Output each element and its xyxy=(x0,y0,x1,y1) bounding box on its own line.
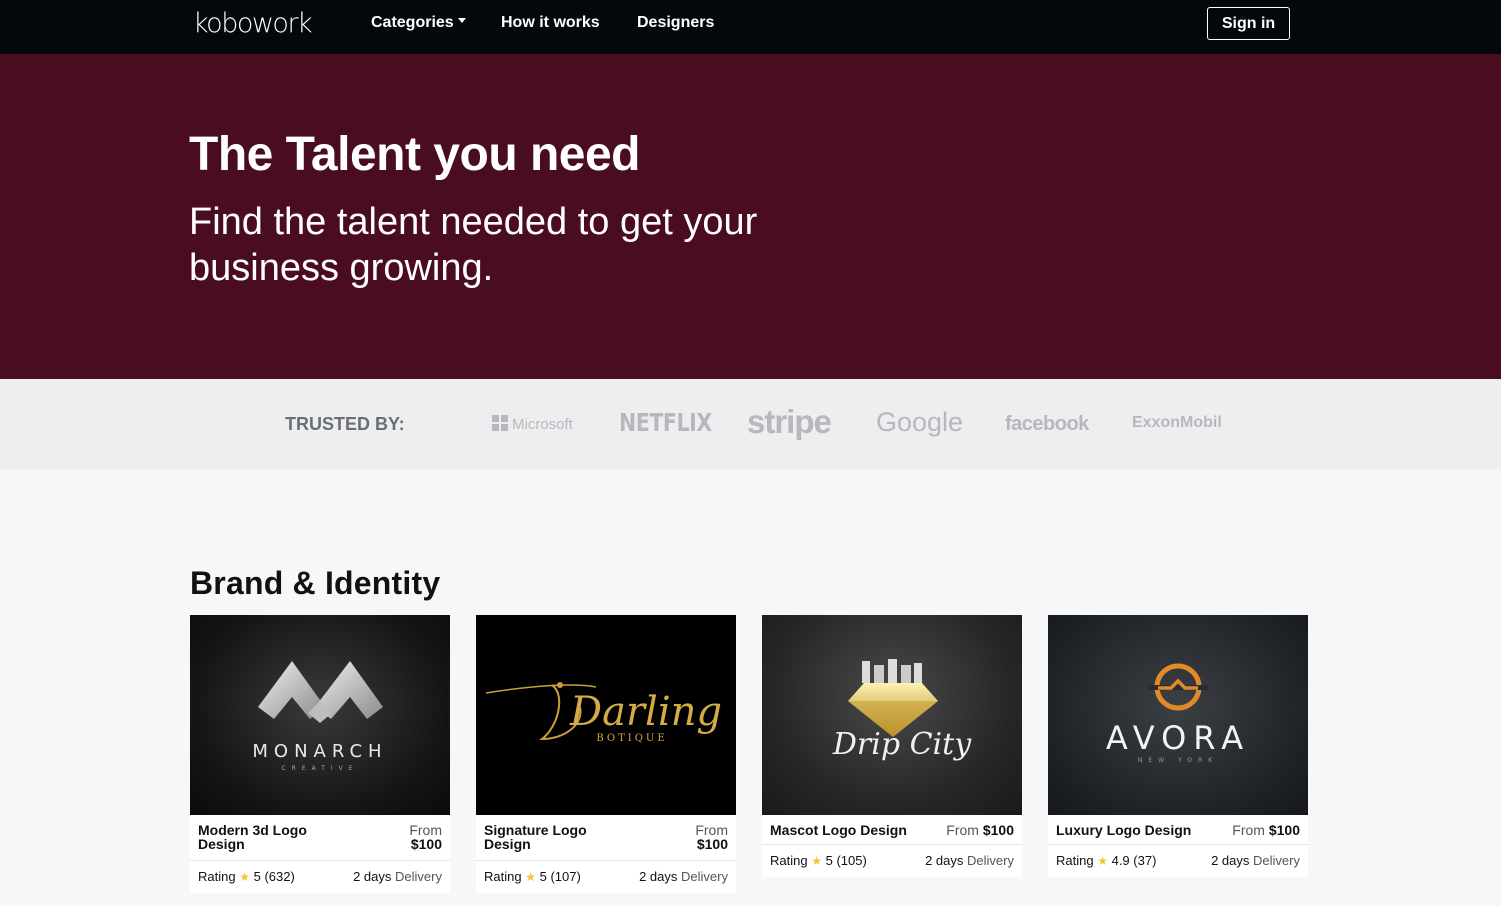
gig-card-delivery: 2 days Delivery xyxy=(353,869,442,884)
gig-card-rating: 4.9 xyxy=(1111,853,1130,868)
sign-in-button[interactable]: Sign in xyxy=(1207,7,1290,40)
kobowork-logo[interactable]: kobowork xyxy=(193,8,313,40)
netflix-logo: NETFLIX xyxy=(619,408,712,437)
hero-title: The Talent you need xyxy=(189,128,641,181)
trusted-by-strip: TRUSTED BY: Microsoft NETFLIX stripe Goo… xyxy=(0,379,1501,469)
facebook-logo: facebook xyxy=(1005,413,1089,435)
gig-card-price: From $100 xyxy=(946,822,1014,838)
gig-card-header: Luxury Logo Design From $100 xyxy=(1048,815,1308,845)
gig-card-rating: 5 xyxy=(825,853,833,868)
nav-designers[interactable]: Designers xyxy=(637,13,714,33)
gig-card-footer: Rating ★ 5 (632) 2 days Delivery xyxy=(190,861,450,893)
star-icon: ★ xyxy=(239,870,250,884)
gig-card-title: Modern 3d Logo Design xyxy=(198,822,307,852)
monarch-emblem-icon xyxy=(258,661,383,723)
gig-card-image: MONARCH CREATIVE xyxy=(190,615,450,815)
gig-card-image-subtext: BOTIQUE xyxy=(596,733,668,744)
gig-card-header: Mascot Logo Design From $100 xyxy=(762,815,1022,845)
microsoft-logo: Microsoft xyxy=(492,415,573,433)
gig-card-header: Modern 3d Logo Design From $100 xyxy=(190,815,450,861)
gig-card[interactable]: AVORA NEW YORK Luxury Logo Design From $… xyxy=(1048,615,1308,877)
gig-card-image: Darling BOTIQUE xyxy=(476,615,736,815)
hero-subtitle: Find the talent needed to get your busin… xyxy=(189,201,758,289)
diamond-icon xyxy=(848,659,938,737)
gig-card-price: From $100 xyxy=(1232,822,1300,838)
gig-card-reviews: (105) xyxy=(836,853,867,868)
stripe-logo: stripe xyxy=(747,403,832,440)
gig-card-price: From $100 xyxy=(695,822,728,852)
gig-card-reviews: (37) xyxy=(1133,853,1157,868)
gig-card-delivery: 2 days Delivery xyxy=(639,869,728,884)
gig-card-image-text: AVORA xyxy=(1105,719,1251,757)
gig-card[interactable]: Drip City Mascot Logo Design From $100 R… xyxy=(762,615,1022,877)
gig-card-reviews: (107) xyxy=(550,869,581,884)
microsoft-grid-icon xyxy=(492,415,508,431)
gig-card-image-subtext: NEW YORK xyxy=(1137,757,1219,764)
star-icon: ★ xyxy=(811,854,822,868)
caret-down-icon xyxy=(457,18,466,24)
star-icon: ★ xyxy=(525,870,536,884)
trusted-by-label: TRUSTED BY: xyxy=(285,414,405,434)
gig-card-reviews: (632) xyxy=(264,869,295,884)
gig-card-footer: Rating ★ 4.9 (37) 2 days Delivery xyxy=(1048,845,1308,877)
nav-categories-label: Categories xyxy=(371,14,454,31)
gig-card-image-subtext: CREATIVE xyxy=(281,765,359,772)
gig-card-delivery: 2 days Delivery xyxy=(925,853,1014,868)
hero-banner: The Talent you need Find the talent need… xyxy=(0,54,1501,379)
gig-card-delivery: 2 days Delivery xyxy=(1211,853,1300,868)
google-logo: Google xyxy=(876,407,964,437)
gig-card-header: Signature Logo Design From $100 xyxy=(476,815,736,861)
top-navbar: kobowork Categories How it works Designe… xyxy=(0,0,1501,54)
gig-card-image-text: MONARCH xyxy=(252,741,388,762)
gig-card[interactable]: MONARCH CREATIVE Modern 3d Logo Design F… xyxy=(190,615,450,893)
gig-card-image: Drip City xyxy=(762,615,1022,815)
exxonmobil-logo: ExxonMobil xyxy=(1132,414,1222,431)
star-icon: ★ xyxy=(1097,854,1108,868)
nav-how-it-works[interactable]: How it works xyxy=(501,13,600,33)
gig-card-image-text: Darling xyxy=(570,689,722,735)
gig-card-price: From $100 xyxy=(409,822,442,852)
gig-card-image: AVORA NEW YORK xyxy=(1048,615,1308,815)
section-title: Brand & Identity xyxy=(190,565,441,601)
gig-card-footer: Rating ★ 5 (105) 2 days Delivery xyxy=(762,845,1022,877)
gig-card-rating: 5 xyxy=(539,869,547,884)
nav-categories-dropdown[interactable]: Categories xyxy=(371,13,466,33)
gig-card[interactable]: Darling BOTIQUE Signature Logo Design Fr… xyxy=(476,615,736,893)
avora-emblem-icon xyxy=(1148,663,1208,711)
gig-card-image-text: Drip City xyxy=(832,727,972,762)
gig-card-rating: 5 xyxy=(253,869,261,884)
gig-card-title: Signature Logo Design xyxy=(484,822,587,852)
gig-card-footer: Rating ★ 5 (107) 2 days Delivery xyxy=(476,861,736,893)
